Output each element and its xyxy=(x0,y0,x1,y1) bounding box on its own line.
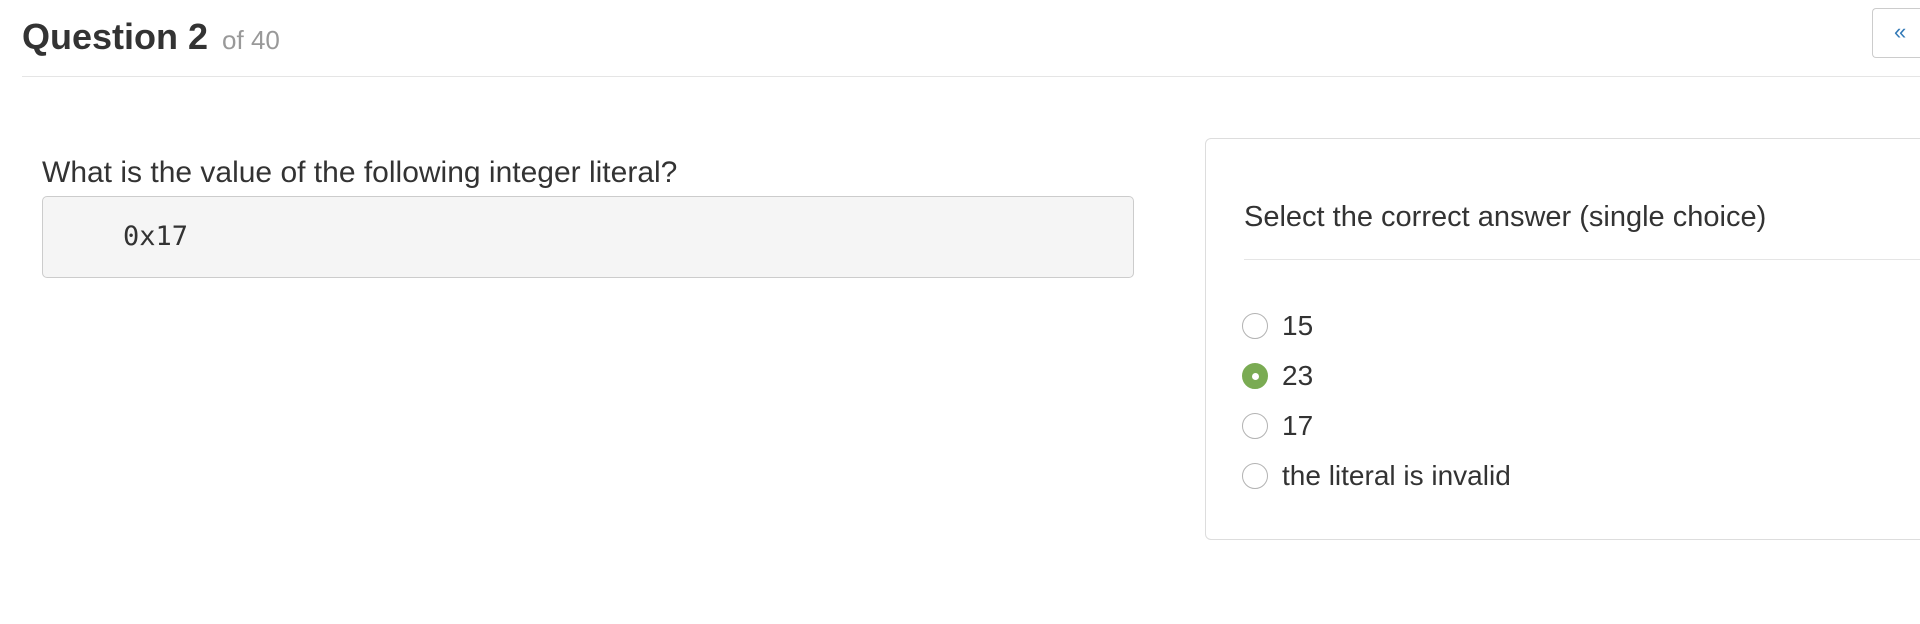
answer-option-label[interactable]: 23 xyxy=(1282,360,1313,392)
page-title: Question 2 of 40 xyxy=(22,16,280,58)
question-number: Question 2 xyxy=(22,16,209,57)
answer-option-label[interactable]: 15 xyxy=(1282,310,1313,342)
double-chevron-left-icon: « xyxy=(1894,19,1907,44)
code-block: 0x17 xyxy=(42,196,1134,278)
answer-option-label[interactable]: the literal is invalid xyxy=(1282,460,1511,492)
question-header: Question 2 of 40 « xyxy=(22,0,1920,77)
radio-button-selected[interactable] xyxy=(1242,363,1268,389)
code-literal: 0x17 xyxy=(123,221,189,252)
answer-option-invalid[interactable]: the literal is invalid xyxy=(1242,451,1511,501)
answer-options: 15 23 17 the literal is invalid xyxy=(1242,301,1511,501)
answer-panel: Select the correct answer (single choice… xyxy=(1205,138,1920,540)
collapse-panel-button[interactable]: « xyxy=(1872,8,1920,58)
question-text: What is the value of the following integ… xyxy=(42,156,678,189)
radio-button[interactable] xyxy=(1242,413,1268,439)
answer-option-label[interactable]: 17 xyxy=(1282,410,1313,442)
answer-option-17[interactable]: 17 xyxy=(1242,401,1511,451)
question-progress: of 40 xyxy=(222,25,280,55)
answer-option-23[interactable]: 23 xyxy=(1242,351,1511,401)
divider xyxy=(1244,259,1920,260)
answer-panel-heading: Select the correct answer (single choice… xyxy=(1244,201,1767,233)
answer-option-15[interactable]: 15 xyxy=(1242,301,1511,351)
radio-button[interactable] xyxy=(1242,313,1268,339)
radio-button[interactable] xyxy=(1242,463,1268,489)
